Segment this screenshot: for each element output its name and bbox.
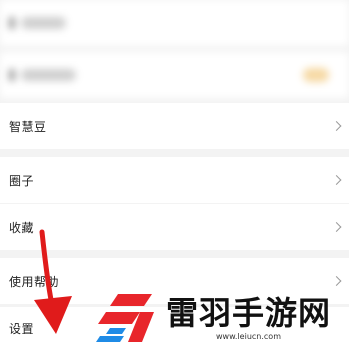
menu-item-circle[interactable]: 圈子 (0, 157, 349, 203)
chevron-right-icon (331, 276, 342, 286)
blurred-icon (9, 69, 15, 81)
logo-icon (96, 294, 154, 342)
chevron-right-icon (331, 222, 342, 232)
menu-item-label: 收藏 (9, 220, 35, 235)
watermark-url: www.leiucn.com (216, 332, 281, 341)
menu-item-label: 使用帮助 (9, 274, 60, 289)
chevron-right-icon (331, 121, 342, 131)
menu-item-label: 智慧豆 (9, 119, 47, 134)
menu-item-label: 设置 (9, 322, 35, 336)
blurred-icon (9, 17, 15, 29)
blurred-row-2[interactable] (0, 52, 349, 98)
blurred-row-1[interactable] (0, 0, 349, 46)
menu-item-zhihuidou[interactable]: 智慧豆 (0, 103, 349, 149)
blurred-text (21, 69, 76, 81)
blurred-text (21, 17, 66, 29)
menu-item-favorites[interactable]: 收藏 (0, 204, 349, 250)
watermark-text: 雷羽手游网 www.leiucn.com (166, 295, 331, 341)
settings-screen: 智慧豆 圈子 收藏 使用帮助 设置 雷羽手游网 www.leiucn.com (0, 0, 349, 350)
blurred-badge (303, 68, 329, 82)
menu-item-label: 圈子 (9, 173, 35, 188)
chevron-right-icon (331, 175, 342, 185)
watermark: 雷羽手游网 www.leiucn.com (96, 290, 331, 346)
watermark-title: 雷羽手游网 (166, 294, 332, 332)
